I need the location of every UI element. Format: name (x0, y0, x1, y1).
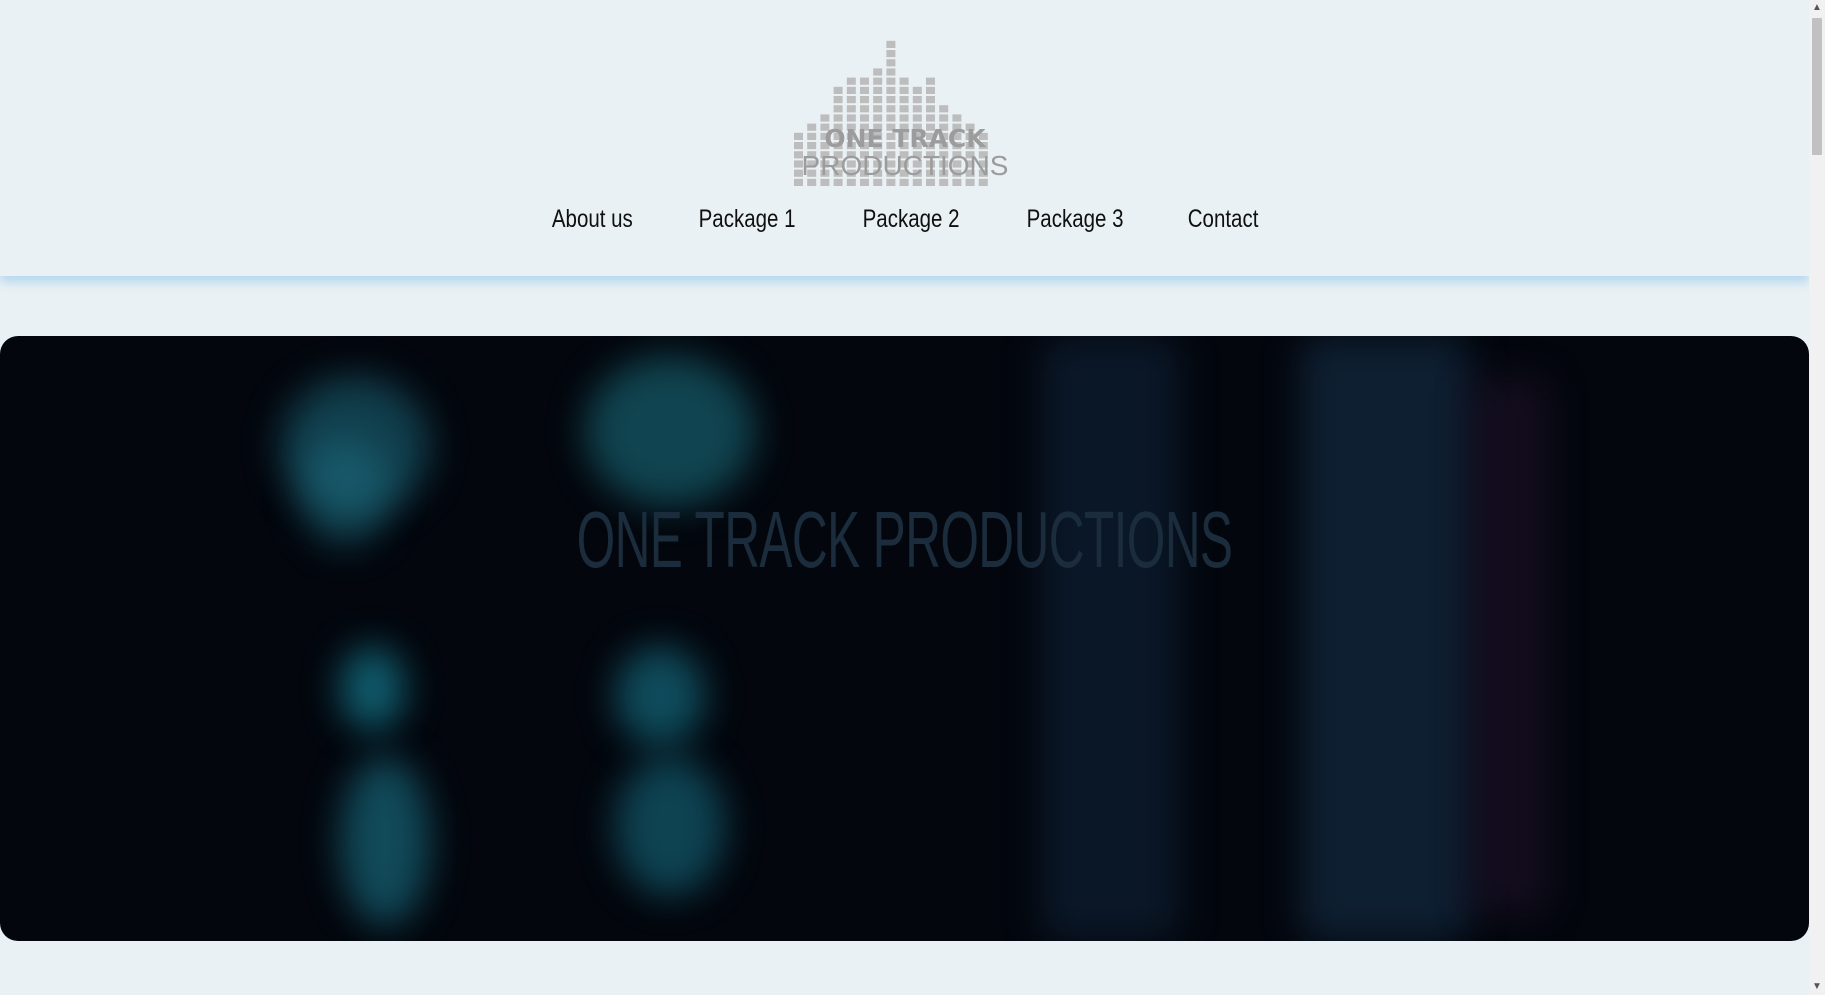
logo-line-2: PRODUCTIONS (801, 150, 1009, 181)
nav-package-3[interactable]: Package 3 (1026, 205, 1123, 234)
logo-line-1: ONE TRACK (824, 124, 986, 153)
hero-light-blob (1300, 336, 1470, 941)
site-header: ONE TRACK PRODUCTIONS About us Package 1… (0, 0, 1809, 276)
vertical-scrollbar[interactable]: ▲ ▼ (1809, 0, 1825, 995)
scrollbar-thumb[interactable] (1812, 18, 1822, 155)
chevron-down-icon[interactable]: ▼ (1809, 979, 1825, 995)
chevron-up-icon[interactable]: ▲ (1809, 0, 1825, 16)
hero-banner (0, 336, 1809, 941)
hero-light-blob (615, 756, 725, 896)
nav-contact[interactable]: Contact (1188, 205, 1259, 234)
hero-light-blob (340, 756, 430, 926)
nav-package-1[interactable]: Package 1 (698, 205, 795, 234)
hero-light-blob (1470, 376, 1550, 916)
hero-light-blob (1040, 336, 1180, 941)
main-nav: About us Package 1 Package 2 Package 3 C… (0, 205, 1809, 234)
hero-light-blob (340, 646, 405, 731)
hero-title: ONE TRACK PRODUCTIONS (576, 495, 1233, 584)
hero-light-blob (585, 356, 755, 506)
logo[interactable]: ONE TRACK PRODUCTIONS (792, 36, 1018, 188)
nav-about-us[interactable]: About us (552, 205, 633, 234)
hero-light-blob (615, 646, 705, 746)
nav-package-2[interactable]: Package 2 (862, 205, 959, 234)
